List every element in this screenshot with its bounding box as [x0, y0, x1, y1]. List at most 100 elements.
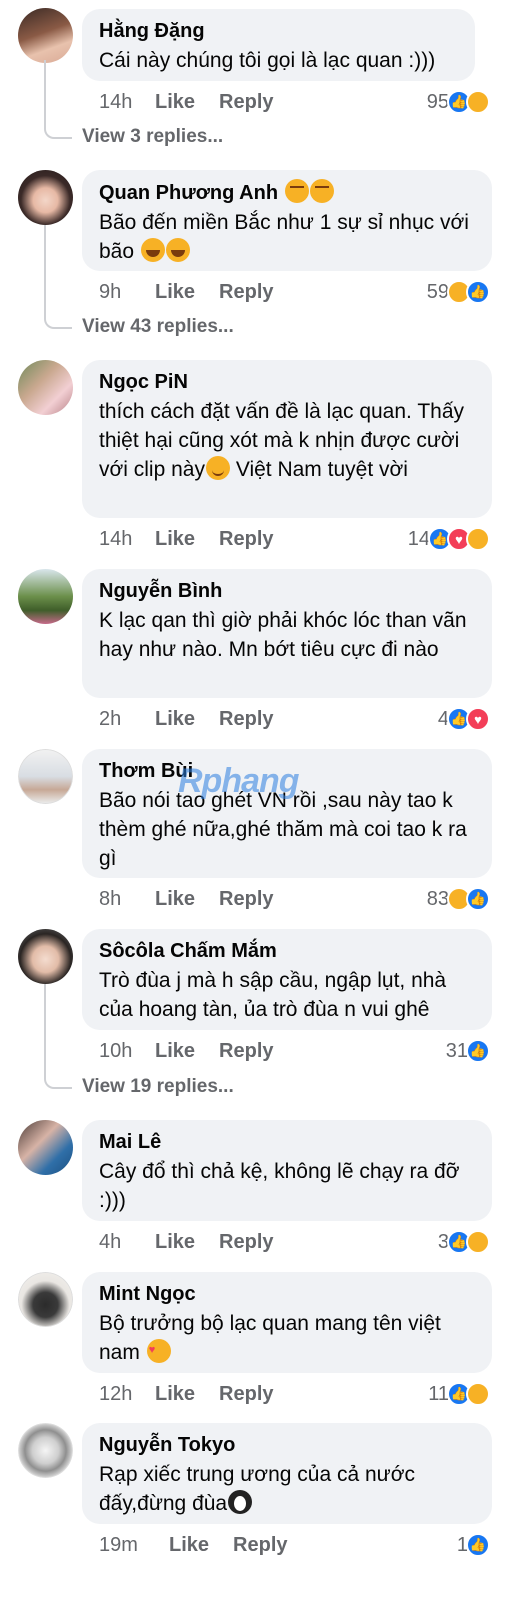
comment-meta: 19m Like Reply — [99, 1531, 312, 1559]
penguin-emoji-icon — [228, 1490, 253, 1514]
smiling-emoji-icon — [205, 456, 230, 480]
comment-text: Bộ trưởng bộ lạc quan mang tên việt nam — [99, 1309, 476, 1367]
comment-meta: 2h Like Reply — [99, 705, 298, 733]
smiling-hearts-emoji-icon — [146, 1336, 171, 1365]
like-button[interactable]: Like — [155, 1383, 195, 1406]
comment-time[interactable]: 4h — [99, 1231, 155, 1254]
comment-time[interactable]: 12h — [99, 1383, 155, 1406]
avatar[interactable] — [18, 1272, 73, 1327]
comment-time[interactable]: 9h — [99, 281, 155, 304]
laughing-emoji-icon — [140, 238, 165, 262]
reply-button[interactable]: Reply — [219, 91, 273, 114]
reply-button[interactable]: Reply — [219, 281, 273, 304]
reply-button[interactable]: Reply — [219, 708, 273, 731]
commenter-name[interactable]: Mint Ngọc — [99, 1281, 476, 1307]
care-reaction-icon — [466, 527, 490, 551]
comment-bubble: Ngọc PiN thích cách đặt vấn đề là lạc qu… — [82, 360, 492, 518]
angry-emoji-icon — [284, 179, 309, 203]
reply-button[interactable]: Reply — [219, 888, 273, 911]
reaction-summary[interactable]: 11 👍 — [428, 1380, 490, 1408]
love-reaction-icon: ♥ — [466, 707, 490, 731]
comment-time[interactable]: 8h — [99, 888, 155, 911]
comment-text: thích cách đặt vấn đề là lạc quan. Thấy … — [99, 400, 465, 481]
thread-line — [44, 225, 72, 329]
commenter-name[interactable]: Sôcôla Chấm Mắm — [99, 938, 476, 964]
thread-line — [44, 60, 72, 139]
comment-meta: 12h Like Reply — [99, 1380, 298, 1408]
care-reaction-icon — [466, 1230, 490, 1254]
like-button[interactable]: Like — [169, 1534, 209, 1557]
avatar[interactable] — [18, 749, 73, 804]
like-button[interactable]: Like — [155, 1231, 195, 1254]
comment-text: K lạc qan thì giờ phải khóc lóc than vãn… — [99, 609, 467, 661]
comment-bubble: Sôcôla Chấm Mắm Trò đùa j mà h sập cầu, … — [82, 929, 492, 1030]
comment-text: Cái này chúng tôi gọi là lạc quan :))) — [99, 49, 436, 72]
view-replies-link[interactable]: View 3 replies... — [82, 126, 223, 148]
avatar[interactable] — [18, 1120, 73, 1175]
commenter-name[interactable]: Nguyễn Tokyo — [99, 1432, 476, 1458]
haha-reaction-icon — [466, 90, 490, 114]
like-button[interactable]: Like — [155, 888, 195, 911]
reaction-summary[interactable]: 3 👍 — [438, 1228, 490, 1256]
comment-time[interactable]: 14h — [99, 528, 155, 551]
reaction-summary[interactable]: 95 👍 — [427, 88, 490, 116]
comment-meta: 10h Like Reply — [99, 1037, 298, 1065]
reply-button[interactable]: Reply — [219, 528, 273, 551]
commenter-name[interactable]: Hằng Đặng — [99, 18, 459, 44]
comment-bubble: Quan Phương Anh Bão đến miền Bắc như 1 s… — [82, 170, 492, 271]
reaction-summary[interactable]: 14 👍 ♥ — [408, 525, 490, 553]
avatar[interactable] — [18, 8, 73, 63]
comment-meta: 9h Like Reply — [99, 278, 298, 306]
reaction-summary[interactable]: 59 👍 — [427, 278, 490, 306]
comment-bubble: Mint Ngọc Bộ trưởng bộ lạc quan mang tên… — [82, 1272, 492, 1373]
commenter-name[interactable]: Quan Phương Anh — [99, 179, 476, 206]
comment-text: Bão đến miền Bắc như 1 sự sỉ nhục với bã… — [99, 211, 469, 263]
comment-meta: 14h Like Reply — [99, 88, 298, 116]
reply-button[interactable]: Reply — [219, 1231, 273, 1254]
laughing-emoji-icon — [165, 238, 190, 262]
comment-text: Cây đổ thì chả kệ, không lẽ chạy ra đỡ :… — [99, 1160, 460, 1212]
comment-time[interactable]: 10h — [99, 1040, 155, 1063]
reaction-count: 11 — [428, 1382, 449, 1405]
reaction-summary[interactable]: 4 👍 ♥ — [438, 705, 490, 733]
avatar[interactable] — [18, 929, 73, 984]
comment-text: Trò đùa j mà h sập cầu, ngập lụt, nhà củ… — [99, 969, 447, 1021]
like-button[interactable]: Like — [155, 1040, 195, 1063]
view-replies-link[interactable]: View 19 replies... — [82, 1076, 234, 1098]
like-reaction-icon: 👍 — [466, 1533, 490, 1557]
thread-line — [44, 984, 72, 1089]
haha-reaction-icon — [466, 1382, 490, 1406]
like-button[interactable]: Like — [155, 528, 195, 551]
comment-time[interactable]: 2h — [99, 708, 155, 731]
reply-button[interactable]: Reply — [233, 1534, 287, 1557]
reaction-count: 95 — [426, 90, 449, 113]
comment-meta: 8h Like Reply — [99, 885, 298, 913]
like-button[interactable]: Like — [155, 708, 195, 731]
like-reaction-icon: 👍 — [466, 887, 490, 911]
avatar[interactable] — [18, 1423, 73, 1478]
avatar[interactable] — [18, 569, 73, 624]
reply-button[interactable]: Reply — [219, 1383, 273, 1406]
comment-time[interactable]: 14h — [99, 91, 155, 114]
commenter-name[interactable]: Ngọc PiN — [99, 369, 476, 395]
avatar[interactable] — [18, 360, 73, 415]
comment-time[interactable]: 19m — [99, 1534, 169, 1557]
reaction-count: 83 — [426, 887, 449, 910]
reaction-summary[interactable]: 1 👍 — [457, 1531, 490, 1559]
comment-meta: 4h Like Reply — [99, 1228, 298, 1256]
reaction-count: 14 — [407, 527, 430, 550]
reaction-count: 59 — [426, 280, 449, 303]
commenter-name[interactable]: Mai Lê — [99, 1129, 476, 1155]
angry-emoji-icon — [309, 179, 334, 203]
reply-button[interactable]: Reply — [219, 1040, 273, 1063]
reaction-summary[interactable]: 83 👍 — [427, 885, 490, 913]
reaction-summary[interactable]: 31 👍 — [446, 1037, 490, 1065]
watermark: Rphang — [178, 762, 300, 800]
avatar[interactable] — [18, 170, 73, 225]
comment-bubble: Nguyễn Tokyo Rạp xiếc trung ương của cả … — [82, 1423, 492, 1524]
comment-meta: 14h Like Reply — [99, 525, 298, 553]
commenter-name[interactable]: Nguyễn Bình — [99, 578, 476, 604]
like-button[interactable]: Like — [155, 91, 195, 114]
view-replies-link[interactable]: View 43 replies... — [82, 316, 234, 338]
like-button[interactable]: Like — [155, 281, 195, 304]
